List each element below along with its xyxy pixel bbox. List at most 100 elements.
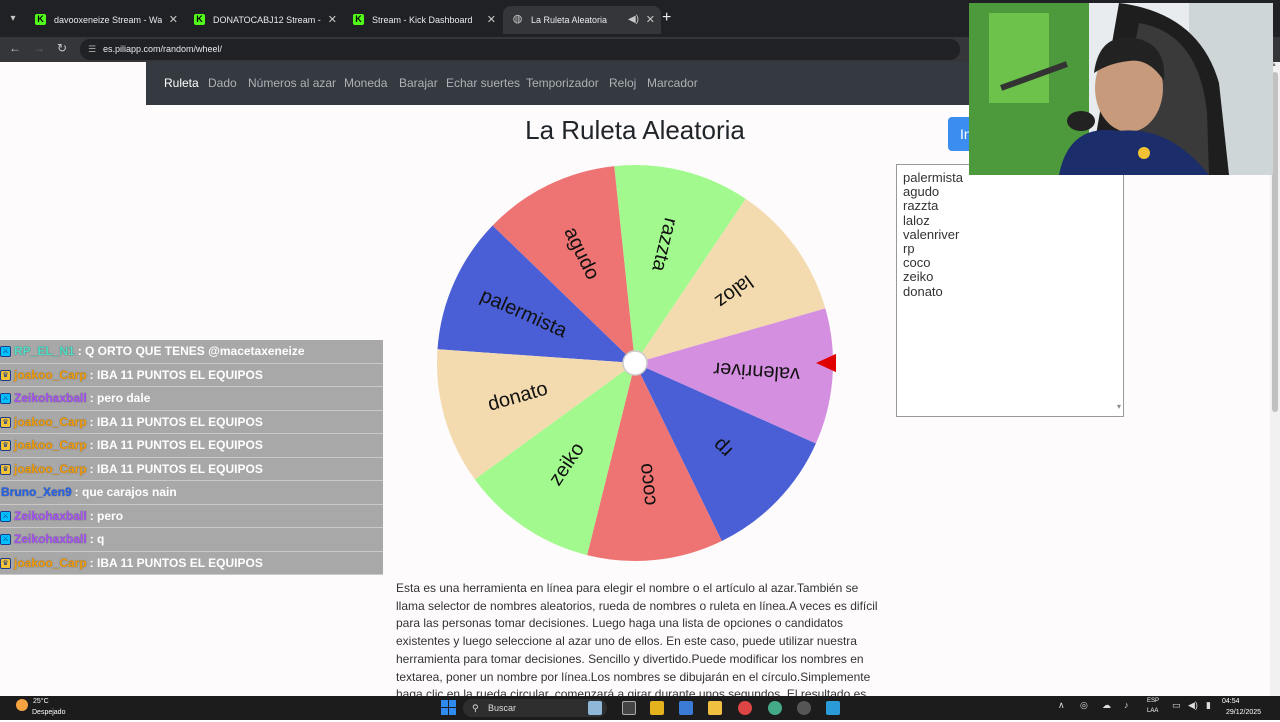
calculator-icon[interactable] xyxy=(679,701,693,715)
browser-tab-1[interactable]: K davooxeneize Stream - Watch L ✕ xyxy=(26,6,184,34)
search-icon: ⚲ xyxy=(472,703,479,713)
textarea-line: razzta xyxy=(903,198,939,214)
chat-username[interactable]: Bruno_Xen9 xyxy=(1,481,72,504)
nav-temporizador[interactable]: Temporizador xyxy=(526,76,599,90)
chevron-up-icon[interactable]: ∧ xyxy=(1058,700,1065,711)
network-icon[interactable]: ▭ xyxy=(1172,700,1181,711)
chat-text: : q xyxy=(89,532,105,546)
speaker-icon[interactable]: ◀) xyxy=(628,6,639,34)
widgets-app-icon[interactable] xyxy=(588,701,602,715)
cloud-icon[interactable]: ☁ xyxy=(1102,700,1111,711)
tab-title: DONATOCABJ12 Stream - Watc xyxy=(213,15,321,25)
task-view-icon[interactable] xyxy=(622,701,636,715)
nav-reloj[interactable]: Reloj xyxy=(609,76,636,90)
chat-message: ♛ joakoo_Carp: IBA 11 PUNTOS EL EQUIPOS xyxy=(0,363,383,387)
chat-message: ⚔ Zeikohaxball: pero dale xyxy=(0,387,383,411)
subscriber-badge-icon: ♛ xyxy=(0,416,11,428)
chat-username[interactable]: joakoo_Carp xyxy=(14,411,87,434)
app-icon[interactable] xyxy=(650,701,664,715)
battery-icon[interactable]: ▮ xyxy=(1206,700,1211,711)
chat-username[interactable]: joakoo_Carp xyxy=(14,364,87,387)
file-explorer-icon[interactable] xyxy=(708,701,722,715)
site-info-icon[interactable]: ☰ xyxy=(88,39,96,60)
subscriber-badge-icon: ♛ xyxy=(0,557,11,569)
back-arrow-icon[interactable]: ← xyxy=(9,41,21,55)
nav-barajar[interactable]: Barajar xyxy=(399,76,438,90)
chat-text: : IBA 11 PUNTOS EL EQUIPOS xyxy=(89,367,263,382)
moderator-badge-icon: ⚔ xyxy=(0,534,11,545)
nav-ruleta[interactable]: Ruleta xyxy=(164,76,199,90)
url-text: es.piliapp.com/random/wheel/ xyxy=(103,44,223,54)
weather-description: Despejado xyxy=(32,709,66,716)
chat-username[interactable]: joakoo_Carp xyxy=(14,434,87,457)
close-icon[interactable]: ✕ xyxy=(487,6,496,34)
chat-username[interactable]: Zeikohaxball xyxy=(14,505,87,528)
wheel-center-hub[interactable] xyxy=(622,350,648,376)
chat-message: ♛ joakoo_Carp: IBA 11 PUNTOS EL EQUIPOS xyxy=(0,457,383,481)
nav-dado[interactable]: Dado xyxy=(208,76,237,90)
chrome-profile-icon[interactable] xyxy=(768,701,782,715)
nav-numeros-al-azar[interactable]: Números al azar xyxy=(248,76,336,90)
windows-start-icon[interactable] xyxy=(441,700,456,715)
kick-icon: K xyxy=(353,14,364,25)
new-tab-plus-icon[interactable]: + xyxy=(662,9,671,27)
chrome-icon[interactable] xyxy=(738,701,752,715)
chat-text: : IBA 11 PUNTOS EL EQUIPOS xyxy=(89,461,263,476)
close-icon[interactable]: ✕ xyxy=(328,6,337,34)
nav-marcador[interactable]: Marcador xyxy=(647,76,698,90)
chat-message: ⚔ Zeikohaxball: q xyxy=(0,528,383,552)
weather-sun-icon[interactable] xyxy=(16,699,28,711)
search-placeholder: Buscar xyxy=(488,703,517,713)
textarea-line: zeiko xyxy=(903,269,934,285)
browser-tab-4-active[interactable]: ◍ La Ruleta Aleatoria ◀) ✕ xyxy=(503,6,661,34)
language-code[interactable]: ESP xyxy=(1147,698,1159,704)
browser-tab-2[interactable]: K DONATOCABJ12 Stream - Watc ✕ xyxy=(185,6,343,34)
tab-search-icon[interactable]: ▾ xyxy=(4,10,22,28)
close-icon[interactable]: ✕ xyxy=(169,6,178,34)
stream-chat-overlay: ⚔ RP_EL_N1: Q ORTO QUE TENES @macetaxenei… xyxy=(0,340,384,575)
names-textarea[interactable]: palermista agudo razzta laloz valenriver rp co… xyxy=(896,164,1124,417)
forward-arrow-icon[interactable]: → xyxy=(33,41,45,55)
close-icon[interactable]: ✕ xyxy=(646,6,655,34)
weather-temperature: 25°C xyxy=(33,698,49,705)
volume-icon[interactable]: ◀) xyxy=(1188,700,1198,711)
resize-handle-icon[interactable]: ▾ xyxy=(1117,400,1121,414)
kick-icon: K xyxy=(194,14,205,25)
subscriber-badge-icon: ♛ xyxy=(0,440,11,451)
textarea-line: donato xyxy=(903,283,943,299)
chat-username[interactable]: RP_EL_N1 xyxy=(14,340,75,363)
taskbar-search[interactable]: ⚲ Buscar xyxy=(463,699,607,717)
tray-app-icon[interactable]: ◎ xyxy=(1080,700,1088,711)
obs-icon[interactable] xyxy=(797,701,811,715)
nav-echar-suertes[interactable]: Echar suertes xyxy=(446,76,520,90)
textarea-line: valenriver xyxy=(903,226,960,242)
chat-username[interactable]: joakoo_Carp xyxy=(14,458,87,481)
random-wheel[interactable]: palermistaagudo razztalalozvalenriverrpco… xyxy=(436,163,836,563)
moderator-badge-icon: ⚔ xyxy=(0,393,11,404)
nav-moneda[interactable]: Moneda xyxy=(344,76,387,90)
mic-icon[interactable]: ♪ xyxy=(1124,700,1129,710)
globe-icon: ◍ xyxy=(512,13,523,25)
chat-username[interactable]: Zeikohaxball xyxy=(14,528,87,551)
chat-message: ♛ joakoo_Carp: IBA 11 PUNTOS EL EQUIPOS xyxy=(0,410,383,434)
chat-text: : pero dale xyxy=(89,391,151,405)
page-title: La Ruleta Aleatoria xyxy=(525,115,745,145)
taskbar-time[interactable]: 04:54 xyxy=(1222,698,1240,705)
keyboard-layout[interactable]: LAA xyxy=(1147,708,1158,714)
windows-taskbar: 25°C Despejado ⚲ Buscar ∧ ◎ ☁ ♪ ESP LAA … xyxy=(0,696,1280,720)
wheel-label-coco: coco xyxy=(635,462,661,506)
chat-username[interactable]: Zeikohaxball xyxy=(14,387,87,410)
textarea-line: rp xyxy=(903,241,915,257)
tab-title: Stream - Kick Dashboard xyxy=(372,15,473,25)
chat-text: : IBA 11 PUNTOS EL EQUIPOS xyxy=(89,414,263,429)
browser-tab-3[interactable]: K Stream - Kick Dashboard ✕ xyxy=(344,6,502,34)
reload-icon[interactable]: ↻ xyxy=(57,41,67,55)
chat-text: : que carajos nain xyxy=(74,485,177,499)
chat-text: : pero xyxy=(89,508,124,523)
taskbar-date[interactable]: 29/12/2025 xyxy=(1226,709,1261,716)
url-field[interactable]: ☰ es.piliapp.com/random/wheel/ xyxy=(80,39,960,60)
chat-message: ⚔ Zeikohaxball: pero xyxy=(0,504,383,528)
notepad-icon[interactable] xyxy=(826,701,840,715)
chat-username[interactable]: joakoo_Carp xyxy=(14,552,87,575)
textarea-line: agudo xyxy=(903,184,940,200)
